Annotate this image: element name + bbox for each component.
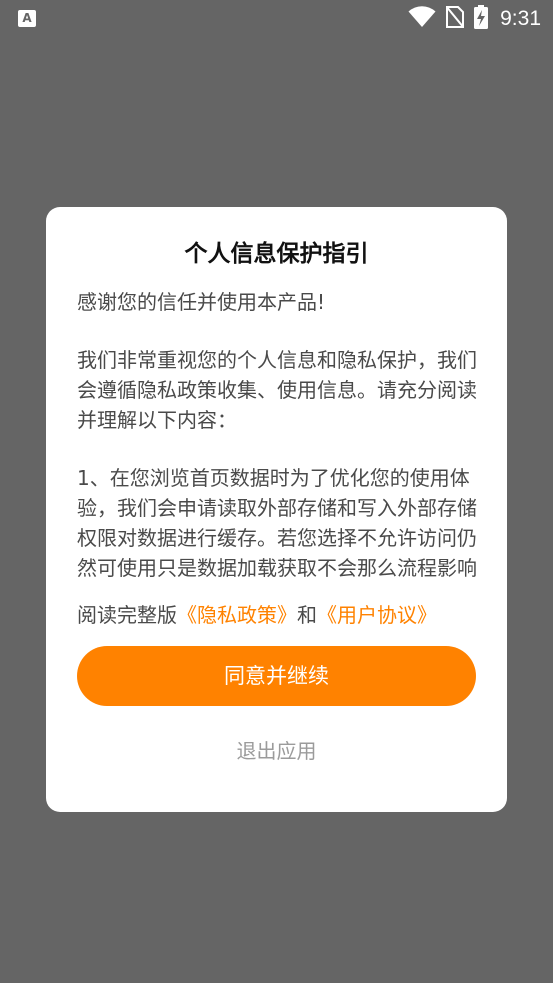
wifi-icon: [408, 6, 436, 32]
body-paragraph: 1、在您浏览首页数据时为了优化您的使用体验，我们会申请读取外部存储和写入外部存储…: [77, 466, 477, 580]
privacy-policy-link[interactable]: 《隐私政策》: [177, 603, 297, 627]
privacy-dialog: 个人信息保护指引 感谢您的信任并使用本产品! 我们非常重视您的个人信息和隐私保护…: [46, 207, 507, 812]
status-bar: A 9:31: [0, 0, 553, 38]
agree-continue-button[interactable]: 同意并继续: [77, 646, 476, 706]
status-icons: 9:31: [408, 5, 541, 33]
exit-app-button[interactable]: 退出应用: [46, 735, 507, 767]
body-paragraph: 我们非常重视您的个人信息和隐私保护，我们会遵循隐私政策收集、使用信息。请充分阅读…: [77, 348, 477, 432]
links-prefix: 阅读完整版: [77, 603, 177, 627]
dialog-body-scroll[interactable]: 感谢您的信任并使用本产品! 我们非常重视您的个人信息和隐私保护，我们会遵循隐私政…: [77, 287, 479, 586]
no-sim-icon: [445, 5, 465, 32]
policy-links-row: 阅读完整版《隐私政策》和《用户协议》: [77, 600, 497, 630]
battery-charging-icon: [474, 5, 489, 33]
dialog-title: 个人信息保护指引: [184, 241, 369, 267]
status-time: 9:31: [500, 7, 541, 30]
app-notification-icon: A: [18, 10, 36, 27]
links-conjunction: 和: [297, 603, 317, 627]
user-agreement-link[interactable]: 《用户协议》: [317, 603, 437, 627]
body-paragraph: 感谢您的信任并使用本产品!: [77, 290, 326, 314]
